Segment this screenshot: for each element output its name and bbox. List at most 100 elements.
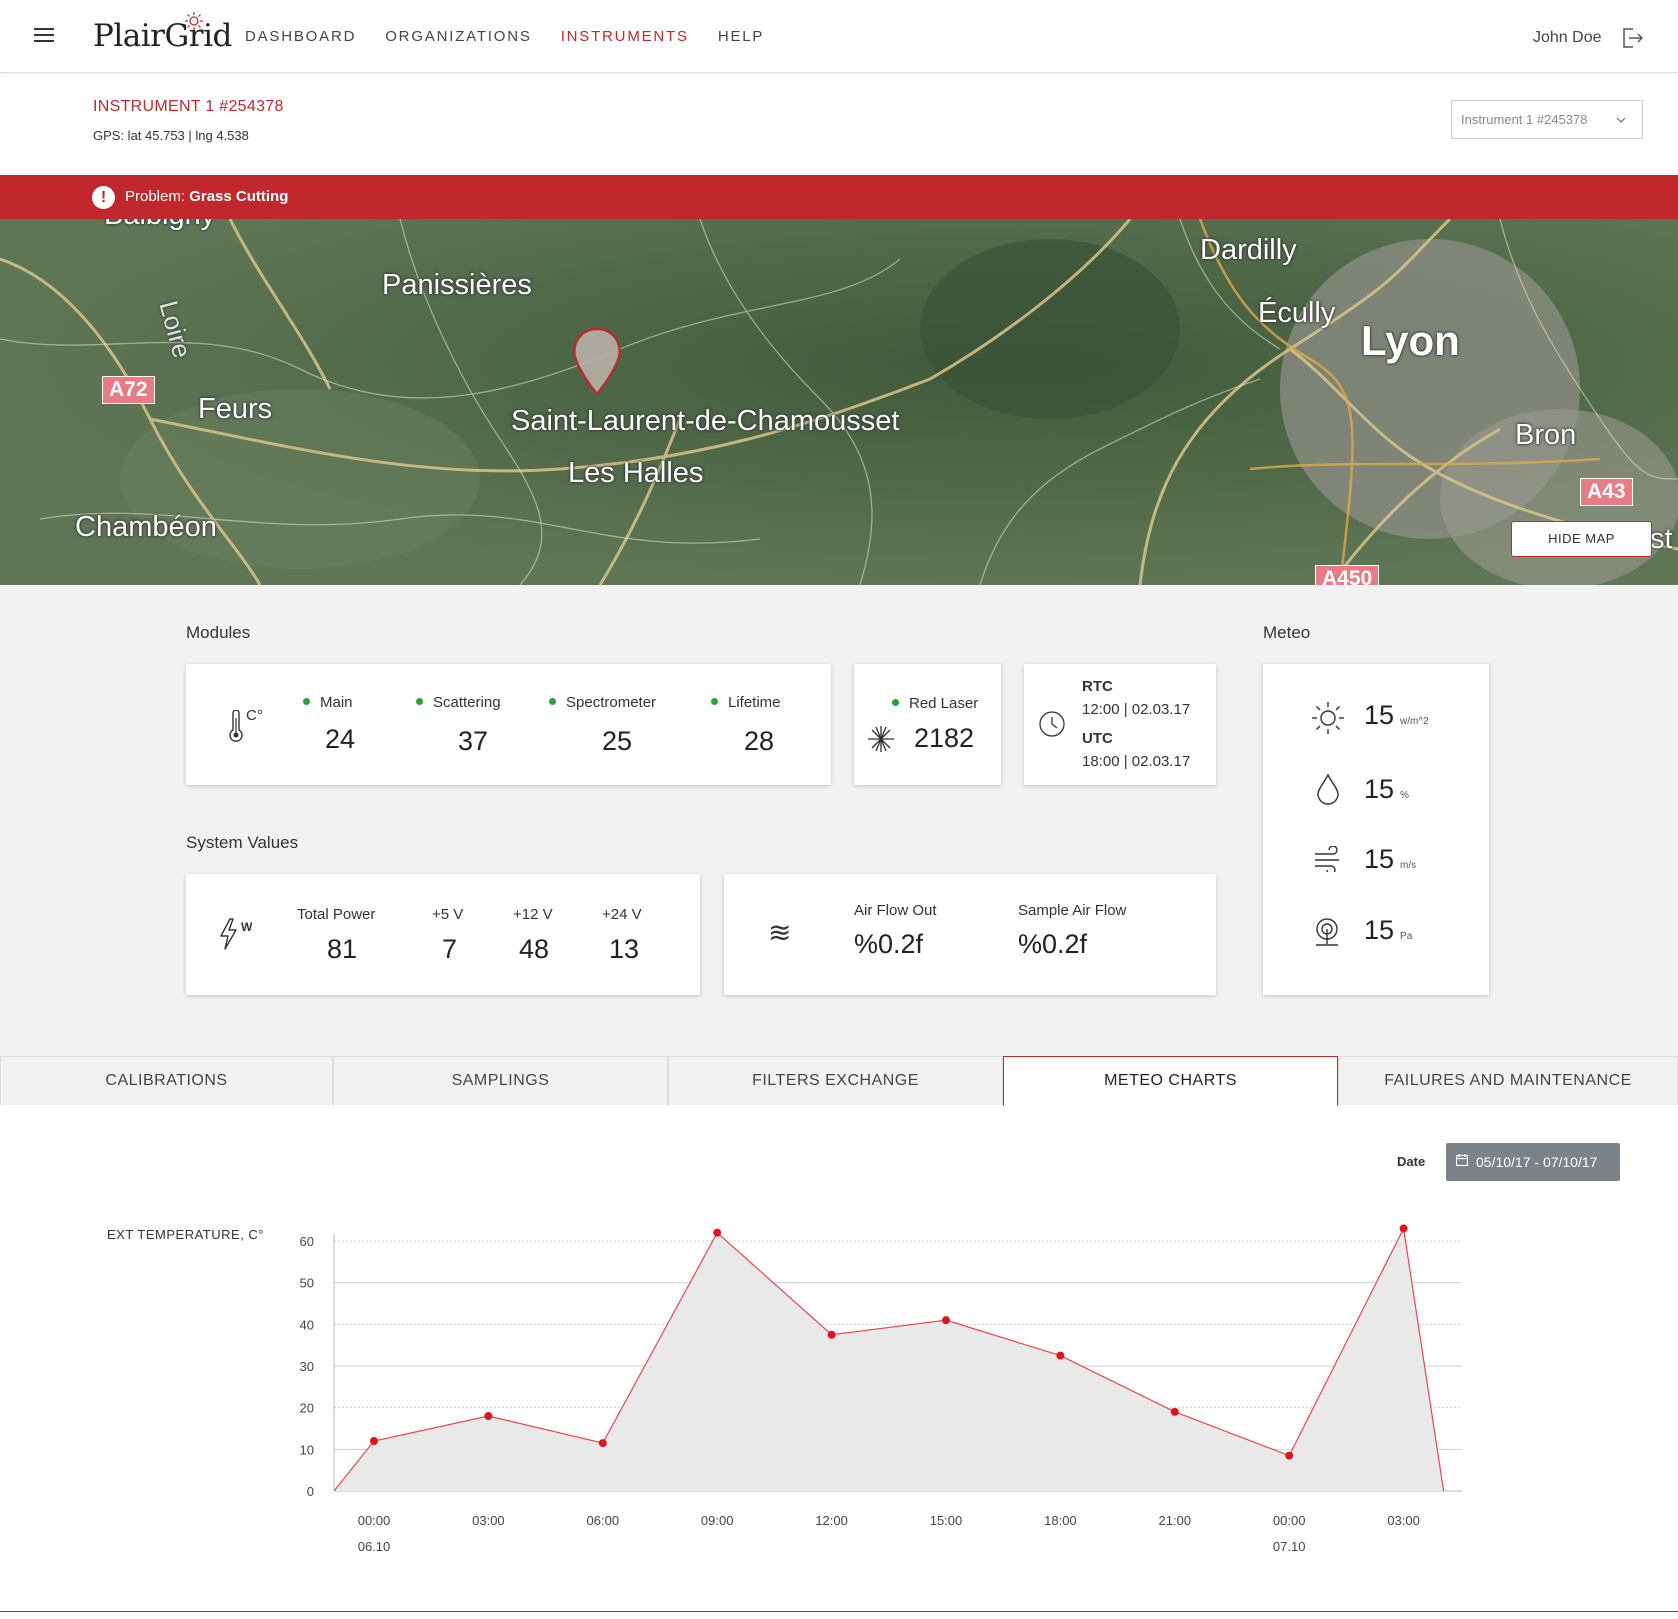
module-value-scattering: 37 <box>458 726 489 756</box>
hide-map-button[interactable]: HIDE MAP <box>1511 521 1652 557</box>
system-values-title: System Values <box>186 833 299 852</box>
instrument-title: INSTRUMENT 1 #254378 <box>93 98 284 115</box>
wind-icon <box>1315 846 1339 872</box>
data-point <box>484 1412 493 1420</box>
sys-label: +24 V <box>602 906 642 923</box>
airflow-card: ≋ Air Flow Out %0.2f Sample Air Flow %0.… <box>724 874 1216 995</box>
map-label: Feurs <box>198 393 273 425</box>
y-tick-label: 50 <box>300 1276 314 1291</box>
nav-help[interactable]: HELP <box>718 28 764 45</box>
sys-label: +12 V <box>513 906 553 923</box>
laser-label: Red Laser <box>892 695 978 712</box>
map-label: Panissières <box>382 269 532 301</box>
problem-prefix: Problem: <box>125 188 186 205</box>
date-range-value: 05/10/17 - 07/10/17 <box>1476 1154 1598 1170</box>
instrument-gps: GPS: lat 45.753 | lng 4.538 <box>93 128 249 143</box>
x-date-label: 06.10 <box>358 1539 391 1554</box>
y-tick-label: 40 <box>300 1317 314 1332</box>
y-tick-label: 10 <box>300 1442 314 1457</box>
laser-value: 2182 <box>914 723 975 753</box>
tab-filters-exchange[interactable]: FILTERS EXCHANGE <box>668 1056 1003 1105</box>
temp-unit: C° <box>246 707 263 724</box>
y-tick-label: 30 <box>300 1359 314 1374</box>
data-point <box>827 1330 836 1339</box>
data-point <box>370 1437 378 1445</box>
meteo-value: 15 Pa <box>1364 915 1412 946</box>
meteo-number: 15 <box>1364 844 1395 874</box>
modules-card: C° Main 24 Scattering 37 Spectrometer 25… <box>186 664 831 785</box>
meteo-value: 15 w/m^2 <box>1364 700 1429 731</box>
road-badge: A72 <box>102 376 155 404</box>
date-range-picker[interactable]: 05/10/17 - 07/10/17 <box>1446 1143 1620 1181</box>
module-label-lifetime: Lifetime <box>711 694 781 711</box>
logout-icon[interactable] <box>1620 26 1644 50</box>
airflow-icon: ≋ <box>768 917 792 948</box>
tab-calibrations[interactable]: CALIBRATIONS <box>0 1056 333 1105</box>
clock-icon <box>1039 711 1065 737</box>
alert-icon: ! <box>92 186 115 209</box>
road-badge: A43 <box>1580 478 1633 506</box>
x-tick-label: 03:00 <box>472 1513 505 1528</box>
module-value-spectrometer: 25 <box>602 726 633 756</box>
area-fill <box>334 1228 1444 1491</box>
red-laser-card: Red Laser 2182 <box>854 664 1001 785</box>
map[interactable]: Balbigny Panissières Loire Feurs Saint-L… <box>0 219 1678 585</box>
dashboard-panel: Modules C° Main 24 Scattering 37 Spectro… <box>0 585 1678 1056</box>
pressure-icon <box>1316 918 1338 946</box>
sys-label: +5 V <box>432 906 464 923</box>
user-name[interactable]: John Doe <box>1533 29 1602 47</box>
nav-organizations[interactable]: ORGANIZATIONS <box>385 28 531 45</box>
laser-icon <box>868 726 894 752</box>
logo[interactable]: PlairGrid <box>93 18 232 54</box>
tab-meteo-charts[interactable]: METEO CHARTS <box>1003 1056 1338 1106</box>
sun-icon <box>1312 702 1344 734</box>
airflow-label: Sample Air Flow <box>1018 902 1127 919</box>
status-dot <box>549 697 556 705</box>
logo-sun-icon <box>185 12 203 30</box>
sys-value: 81 <box>327 934 358 964</box>
x-tick-label: 00:00 <box>1273 1513 1306 1528</box>
drop-icon <box>1317 773 1339 805</box>
status-dot <box>303 697 310 705</box>
map-label: Balbigny <box>104 219 215 232</box>
meteo-value: 15 m/s <box>1364 844 1416 875</box>
data-point <box>1056 1351 1065 1360</box>
module-label-scattering: Scattering <box>416 694 501 711</box>
meteo-unit: Pa <box>1400 931 1413 942</box>
airflow-label: Air Flow Out <box>854 902 937 919</box>
data-point <box>942 1316 950 1325</box>
hamburger-menu-icon[interactable] <box>34 28 54 44</box>
meteo-card: 15 w/m^2 15% 15 m/s 15 Pa <box>1263 664 1489 995</box>
lightning-icon <box>220 918 237 950</box>
tab-failures-maintenance[interactable]: FAILURES AND MAINTENANCE <box>1338 1056 1678 1105</box>
problem-banner: ! Problem: Grass Cutting <box>0 175 1678 219</box>
power-unit: W <box>241 920 253 934</box>
temperature-chart: 0 10 20 30 40 50 60 00:00 06.10 03:00 06:00 09:00 12… <box>300 1224 1462 1554</box>
instrument-select-value: Instrument 1 #245378 <box>1461 112 1588 127</box>
y-tick-label: 20 <box>300 1401 314 1416</box>
module-label-text: Spectrometer <box>566 694 657 711</box>
tab-samplings[interactable]: SAMPLINGS <box>333 1056 668 1105</box>
x-tick-label: 21:00 <box>1159 1513 1192 1528</box>
main-nav: DASHBOARD ORGANIZATIONS INSTRUMENTS HELP <box>245 28 793 45</box>
airflow-value: %0.2f <box>854 929 924 959</box>
nav-dashboard[interactable]: DASHBOARD <box>245 28 356 45</box>
map-label: Lyon <box>1361 317 1460 364</box>
problem-value: Grass Cutting <box>189 188 289 205</box>
status-dot <box>416 697 423 705</box>
rtc-label: RTC <box>1082 678 1113 695</box>
instrument-select[interactable]: Instrument 1 #245378 <box>1451 100 1643 139</box>
module-label-spectrometer: Spectrometer <box>549 694 656 711</box>
x-tick-label: 12:00 <box>815 1513 848 1528</box>
meteo-title: Meteo <box>1263 623 1311 642</box>
laser-label-text: Red Laser <box>909 695 979 712</box>
modules-title: Modules <box>186 623 251 642</box>
power-card: W Total Power 81 +5 V 7 +12 V 48 +24 V 1… <box>186 874 700 995</box>
data-point <box>1399 1224 1408 1233</box>
y-tick-label: 60 <box>300 1234 314 1249</box>
meteo-value: 15% <box>1364 774 1409 805</box>
nav-instruments[interactable]: INSTRUMENTS <box>561 28 689 45</box>
meteo-unit: w/m^2 <box>1400 716 1429 727</box>
x-date-label: 07.10 <box>1273 1539 1306 1554</box>
module-label-text: Lifetime <box>728 694 781 711</box>
